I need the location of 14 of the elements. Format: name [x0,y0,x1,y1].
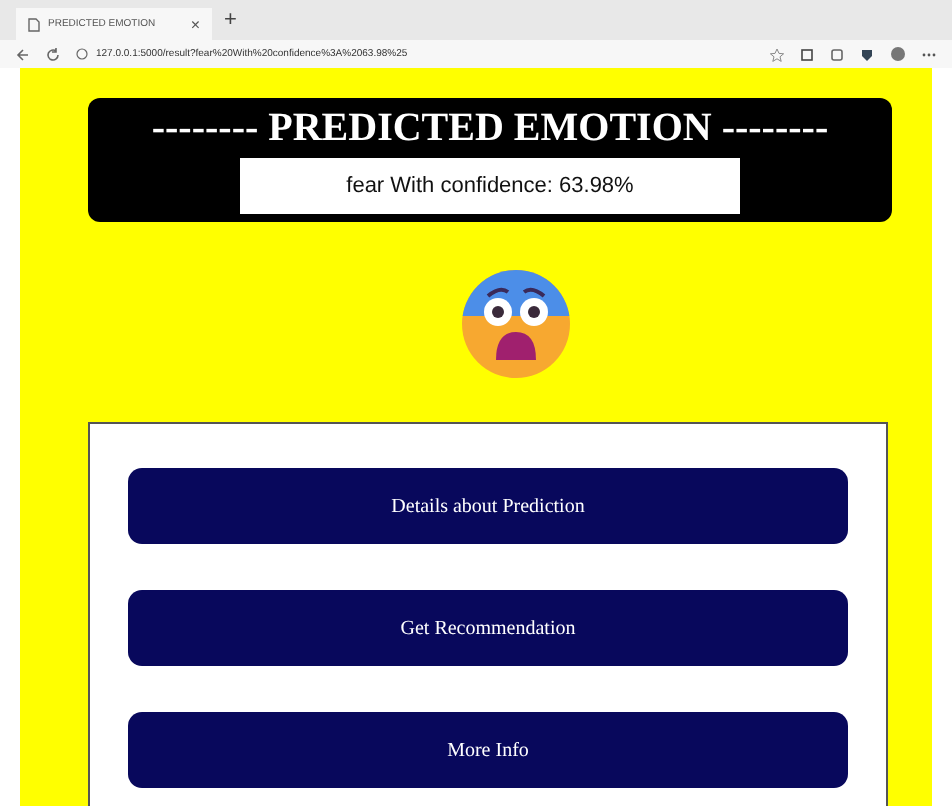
result-text: fear With confidence: 63.98% [240,158,740,214]
close-tab-button[interactable]: × [190,15,200,33]
action-button[interactable]: Details about Prediction [128,468,848,544]
shield-icon[interactable] [860,47,874,61]
back-icon[interactable] [16,47,30,61]
more-icon[interactable] [922,51,936,57]
new-tab-button[interactable]: + [224,8,237,32]
action-button[interactable]: More Info [128,712,848,788]
action-button[interactable]: Get Recommendation [128,590,848,666]
page-icon [28,17,40,31]
refresh-icon[interactable] [46,47,60,61]
profile-icon[interactable] [890,46,906,62]
page-title: -------- PREDICTED EMOTION -------- [151,104,829,152]
star-icon[interactable] [770,47,784,61]
